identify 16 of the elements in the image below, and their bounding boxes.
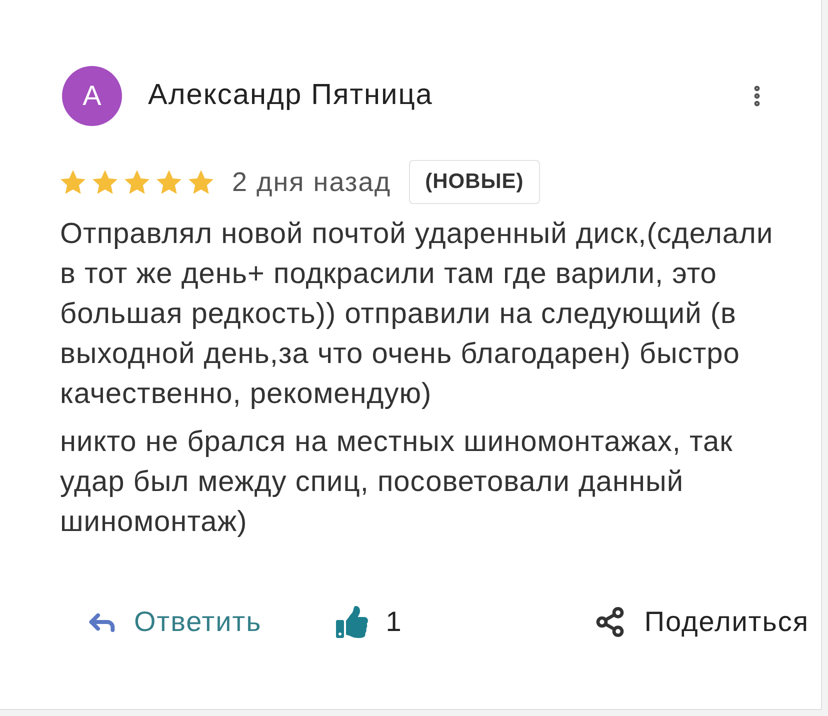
- share-button[interactable]: Поделиться: [594, 601, 809, 643]
- star-icon: [188, 168, 214, 195]
- star-icon: [124, 168, 150, 195]
- review-date: 2 дня назад: [232, 166, 392, 198]
- like-button[interactable]: 1: [336, 601, 402, 643]
- star-icon: [60, 168, 86, 195]
- star-icon: [156, 168, 182, 195]
- share-icon: [594, 606, 626, 638]
- reply-button[interactable]: Ответить: [86, 601, 262, 643]
- avatar-icon: А: [62, 66, 122, 126]
- thumbs-up-icon: [336, 606, 368, 638]
- author-name: Александр Пятница: [148, 78, 433, 114]
- star-icon: [92, 168, 118, 195]
- review-text: никто не брался на местных шиномонтажах, так удар был между спиц, посоветовали данный шиномонтаж): [60, 424, 734, 540]
- review-text: Отправлял новой почтой ударенный диск,(сделали в тот же день+ подкрасили там где варили, это большая редкость)) отправили на следующий (в выходной день,за что очень благодарен) быстро качественно, рекомендую): [60, 216, 774, 412]
- new-badge: (НОВЫЕ): [409, 160, 540, 204]
